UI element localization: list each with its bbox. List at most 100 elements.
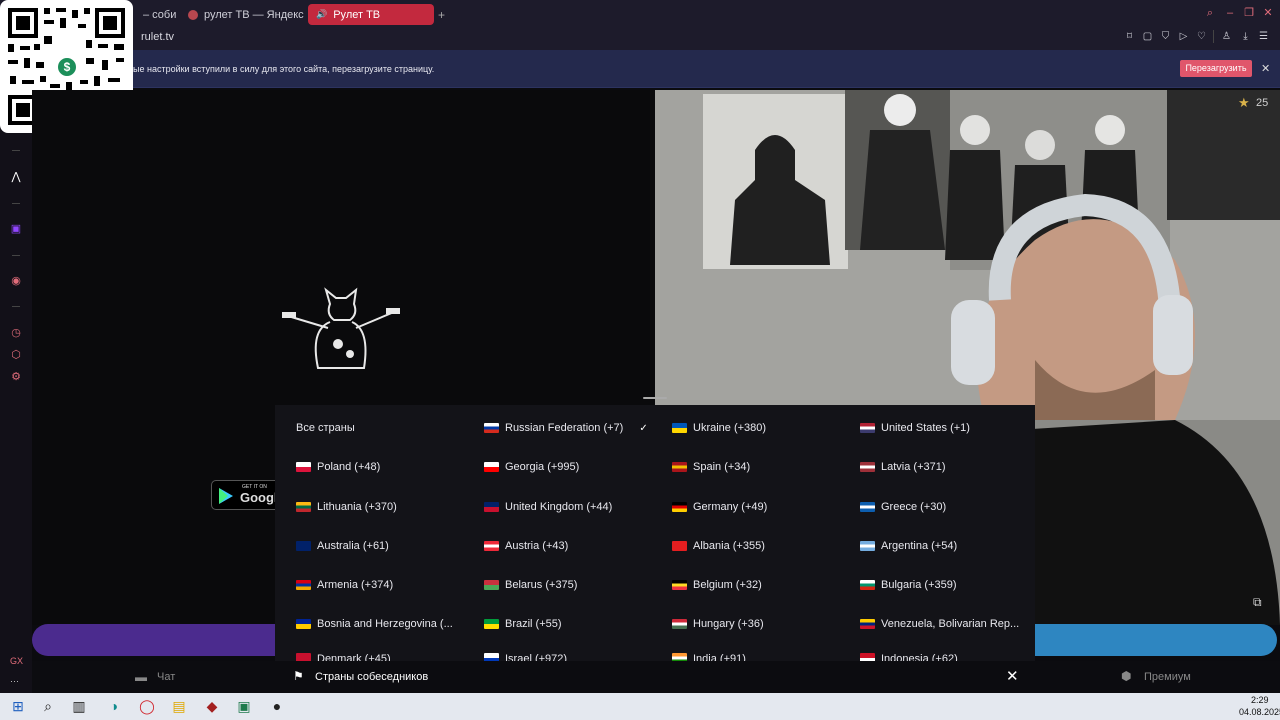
country-option[interactable]: Georgia (+995) xyxy=(484,457,579,477)
search-icon[interactable]: ⌕ xyxy=(1203,6,1217,20)
opera-gx-icon[interactable]: ◯ xyxy=(138,697,156,715)
search-icon[interactable]: ⌕ xyxy=(39,697,57,715)
divider xyxy=(1213,30,1214,43)
country-label: Spain (+34) xyxy=(693,461,751,473)
country-option[interactable]: Argentina (+54) xyxy=(860,536,957,556)
country-label: Belarus (+375) xyxy=(505,579,578,591)
next-button-band[interactable] xyxy=(32,624,277,656)
country-option[interactable]: Ukraine (+380) xyxy=(672,418,766,438)
country-option[interactable]: Lithuania (+370) xyxy=(296,497,397,517)
country-label: Australia (+61) xyxy=(317,540,389,552)
country-option[interactable]: Germany (+49) xyxy=(672,497,767,517)
picture-in-picture-icon[interactable]: ⧉ xyxy=(1253,595,1262,610)
edge-icon[interactable]: ◑ xyxy=(105,697,123,715)
dota-icon[interactable]: ◆ xyxy=(203,697,221,715)
country-option[interactable]: Indonesia (+62) xyxy=(860,653,958,661)
country-label: United States (+1) xyxy=(881,422,970,434)
close-countries-icon[interactable]: ✕ xyxy=(1006,667,1019,685)
windows-start-icon[interactable]: ⊞ xyxy=(9,697,27,715)
country-option[interactable]: United Kingdom (+44) xyxy=(484,497,612,517)
country-option[interactable]: Brazil (+55) xyxy=(484,614,562,634)
country-option[interactable]: Denmark (+45) xyxy=(296,653,391,661)
country-option[interactable]: Spain (+34) xyxy=(672,457,750,477)
history-icon[interactable]: ◷ xyxy=(9,326,23,340)
play-icon[interactable]: ▷ xyxy=(1177,30,1190,43)
sidebar-divider xyxy=(12,150,20,151)
country-option[interactable]: Belarus (+375) xyxy=(484,575,577,595)
country-option[interactable]: Poland (+48) xyxy=(296,457,380,477)
country-option[interactable]: Austria (+43) xyxy=(484,536,568,556)
country-label: Argentina (+54) xyxy=(881,540,958,552)
country-option[interactable]: Armenia (+374) xyxy=(296,575,393,595)
country-option[interactable]: India (+91) xyxy=(672,653,746,661)
snapshot-icon[interactable]: ▢ xyxy=(1141,30,1154,43)
twitch-icon[interactable]: ▣ xyxy=(9,222,23,236)
country-option[interactable]: Hungary (+36) xyxy=(672,614,764,634)
country-option[interactable]: Russian Federation (+7) ✓ xyxy=(484,418,648,438)
country-label: Greece (+30) xyxy=(881,501,947,513)
player-icon[interactable]: ◉ xyxy=(9,274,23,288)
flag-icon xyxy=(672,653,687,661)
maximize-icon[interactable]: ❐ xyxy=(1242,6,1256,20)
country-option[interactable]: Bosnia and Herzegovina (... xyxy=(296,614,453,634)
flag-icon xyxy=(672,462,687,472)
bookmark-icon[interactable]: ⌑ xyxy=(1123,30,1136,43)
address-bar xyxy=(0,28,1280,50)
task-view-icon[interactable]: ▥ xyxy=(70,697,88,715)
country-option[interactable]: Belgium (+32) xyxy=(672,575,762,595)
country-option[interactable]: Greece (+30) xyxy=(860,497,946,517)
flag-icon xyxy=(860,619,875,629)
new-tab-button[interactable]: + xyxy=(438,8,445,22)
flag-icon xyxy=(484,653,499,661)
app-icon[interactable]: ▣ xyxy=(235,697,253,715)
country-label: Latvia (+371) xyxy=(881,461,946,473)
tab-active[interactable]: 🔊 Рулет ТВ xyxy=(308,4,434,25)
country-option[interactable]: Все страны xyxy=(296,418,355,438)
flag-icon xyxy=(484,541,499,551)
tab-2[interactable]: рулет ТВ — Яндекс: нашл xyxy=(180,4,304,25)
country-option[interactable]: Latvia (+371) xyxy=(860,457,946,477)
premium-icon: ⬢ xyxy=(1121,669,1132,683)
aria-icon[interactable]: ⋀ xyxy=(9,170,23,184)
country-label: Georgia (+995) xyxy=(505,461,580,473)
flag-icon: ⚑ xyxy=(293,669,304,683)
country-option[interactable]: United States (+1) xyxy=(860,418,970,438)
settings-icon[interactable]: ⚙ xyxy=(9,370,23,384)
more-icon[interactable]: ··· xyxy=(10,676,19,686)
stop-button-band[interactable] xyxy=(1034,624,1277,656)
google-play-icon xyxy=(219,488,233,504)
extensions-icon[interactable]: ⬡ xyxy=(9,348,23,362)
tab-1[interactable]: – собир xyxy=(135,4,177,25)
countries-tab[interactable]: Страны собеседников xyxy=(315,671,428,683)
flag-icon xyxy=(484,462,499,472)
country-option[interactable]: Albania (+355) xyxy=(672,536,765,556)
shield-icon[interactable]: ⛉ xyxy=(1159,30,1172,43)
chat-icon[interactable]: ▬ xyxy=(135,670,147,684)
obs-icon[interactable]: ● xyxy=(268,697,286,715)
menu-icon[interactable]: ☰ xyxy=(1257,30,1270,43)
flag-icon xyxy=(296,541,311,551)
country-option[interactable]: Venezuela, Bolivarian Rep... xyxy=(860,614,1019,634)
country-label: India (+91) xyxy=(693,653,746,661)
country-option[interactable]: Israel (+972) xyxy=(484,653,567,661)
url-field[interactable]: rulet.tv xyxy=(141,31,174,43)
flag-icon xyxy=(672,619,687,629)
country-option[interactable]: Australia (+61) xyxy=(296,536,389,556)
close-window-icon[interactable]: ✕ xyxy=(1261,6,1275,20)
file-explorer-icon[interactable]: ▤ xyxy=(170,697,188,715)
country-option[interactable]: Bulgaria (+359) xyxy=(860,575,957,595)
panel-drag-handle[interactable] xyxy=(643,397,667,399)
tab-label: Рулет ТВ xyxy=(333,8,381,21)
notice-close-icon[interactable]: ✕ xyxy=(1261,62,1270,75)
clock-date: 04.08.2025 xyxy=(1239,707,1280,717)
country-label: Albania (+355) xyxy=(693,540,765,552)
chat-tab[interactable]: Чат xyxy=(157,671,175,683)
reload-button[interactable]: Перезагрузить xyxy=(1180,60,1252,77)
minimize-icon[interactable]: – xyxy=(1223,6,1237,20)
flag-icon xyxy=(296,619,311,629)
gx-label[interactable]: GX xyxy=(10,656,23,666)
premium-tab[interactable]: Премиум xyxy=(1144,671,1191,683)
download-icon[interactable]: ⤓ xyxy=(1239,30,1252,43)
heart-icon[interactable]: ♡ xyxy=(1195,30,1208,43)
account-icon[interactable]: ♙ xyxy=(1220,30,1233,43)
